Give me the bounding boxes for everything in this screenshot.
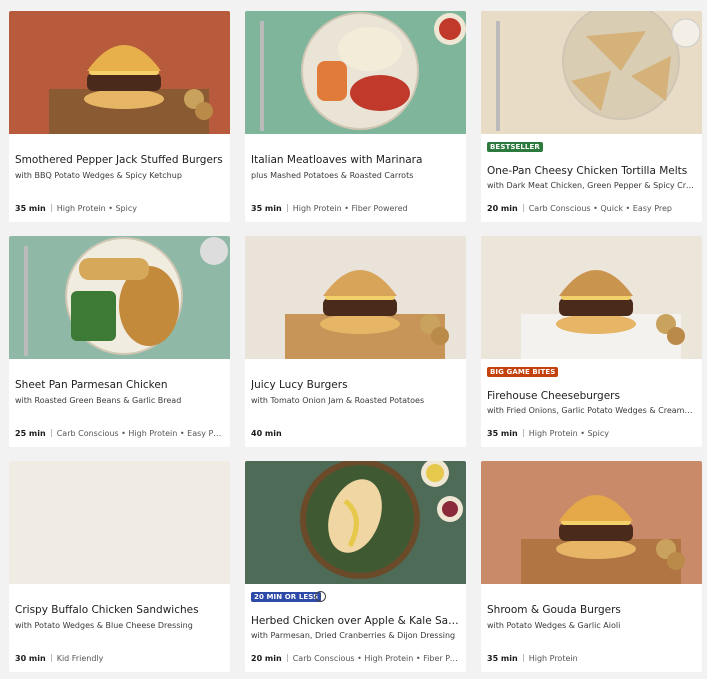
recipe-meta: 20 min Carb Conscious • High Protein • Fi… [251,654,460,664]
recipe-card-body: Juicy Lucy Burgers with Tomato Onion Jam … [251,359,460,447]
cook-time: 20 min [487,204,518,213]
recipe-subtitle: with Potato Wedges & Garlic Aioli [487,621,621,630]
recipe-card-body: Shroom & Gouda Burgers with Potato Wedges… [487,584,696,672]
meta-divider [286,204,288,212]
recipe-subtitle: with Fried Onions, Garlic Potato Wedges … [487,406,696,415]
meta-divider [522,654,524,662]
meta-divider [522,204,524,212]
recipe-card[interactable]: Italian Meatloaves with Marinara plus Mas… [245,11,466,222]
info-icon[interactable]: i [315,591,326,602]
recipe-subtitle: with Tomato Onion Jam & Roasted Potatoes [251,396,425,405]
firehouse-cheeseburger-photo[interactable] [481,236,702,359]
recipe-card[interactable]: Shroom & Gouda Burgers with Potato Wedges… [481,461,702,672]
recipe-meta: 35 min High Protein • Spicy [15,204,224,214]
recipe-tags: High Protein • Fiber Powered [292,204,408,213]
meta-divider [50,204,52,212]
cook-time: 35 min [15,204,46,213]
cook-time: 35 min [487,654,518,663]
recipe-card[interactable]: Smothered Pepper Jack Stuffed Burgers wit… [9,11,230,222]
meta-divider [50,429,52,437]
recipe-title[interactable]: Shroom & Gouda Burgers [487,604,696,617]
recipe-title[interactable]: Smothered Pepper Jack Stuffed Burgers [15,154,224,167]
recipe-subtitle: with Roasted Green Beans & Garlic Bread [15,396,182,405]
recipe-subtitle: with Parmesan, Dried Cranberries & Dijon… [251,631,456,640]
recipe-meta: 30 min Kid Friendly [15,654,224,664]
cook-time: 35 min [487,429,518,438]
recipe-card-body: BESTSELLER One-Pan Cheesy Chicken Tortill… [487,134,696,222]
juicy-lucy-burger-photo[interactable] [245,236,466,359]
recipe-meta: 25 min Carb Conscious • High Protein • Ea… [15,429,224,439]
chicken-kale-salad-photo[interactable] [245,461,466,584]
recipe-card-body: Crispy Buffalo Chicken Sandwiches with Po… [15,584,224,672]
recipe-tags: Carb Conscious • Quick • Easy Prep [528,204,673,213]
recipe-title[interactable]: Italian Meatloaves with Marinara [251,154,460,167]
recipe-title[interactable]: Herbed Chicken over Apple & Kale Salad [251,615,460,628]
recipe-meta: 35 min High Protein • Spicy [487,429,696,439]
recipe-card[interactable]: BESTSELLER One-Pan Cheesy Chicken Tortill… [481,11,702,222]
buffalo-chicken-sandwich-photo[interactable] [9,461,230,584]
recipe-meta: 35 min High Protein [487,654,696,664]
recipe-card-body: 20 MIN OR LESS i Herbed Chicken over Apple… [251,584,460,672]
tortilla-melts-plate-photo[interactable] [481,11,702,134]
meta-divider [50,654,52,662]
cook-time: 40 min [251,429,282,438]
recipe-tags: Carb Conscious • High Protein • Easy Pre… [56,429,224,438]
recipe-badge: 20 MIN OR LESS [251,592,322,602]
recipe-title[interactable]: Firehouse Cheeseburgers [487,390,696,403]
recipe-title[interactable]: One-Pan Cheesy Chicken Tortilla Melts [487,165,696,178]
meatloaf-plate-photo[interactable] [245,11,466,134]
recipe-card[interactable]: BIG GAME BITES Firehouse Cheeseburgers wit… [481,236,702,447]
recipe-subtitle: with Dark Meat Chicken, Green Pepper & S… [487,181,696,190]
recipe-badge: BESTSELLER [487,142,543,152]
recipe-tags: Kid Friendly [56,654,104,663]
recipe-card[interactable]: Crispy Buffalo Chicken Sandwiches with Po… [9,461,230,672]
recipe-meta: 35 min High Protein • Fiber Powered [251,204,460,214]
recipe-title[interactable]: Sheet Pan Parmesan Chicken [15,379,224,392]
cook-time: 25 min [15,429,46,438]
recipe-subtitle: plus Mashed Potatoes & Roasted Carrots [251,171,414,180]
meta-divider [522,429,524,437]
mushroom-gouda-burger-photo[interactable] [481,461,702,584]
recipe-card-body: BIG GAME BITES Firehouse Cheeseburgers wit… [487,359,696,447]
recipe-card-body: Smothered Pepper Jack Stuffed Burgers wit… [15,134,224,222]
recipe-badge: BIG GAME BITES [487,367,559,377]
parmesan-chicken-plate-photo[interactable] [9,236,230,359]
burger-with-potato-wedges-photo[interactable] [9,11,230,134]
recipe-tags: High Protein • Spicy [56,204,137,213]
recipe-title[interactable]: Juicy Lucy Burgers [251,379,460,392]
recipe-card-body: Sheet Pan Parmesan Chicken with Roasted G… [15,359,224,447]
recipe-grid: Smothered Pepper Jack Stuffed Burgers wit… [9,11,702,672]
recipe-subtitle: with Potato Wedges & Blue Cheese Dressin… [15,621,193,630]
recipe-meta: 40 min [251,429,460,439]
recipe-title[interactable]: Crispy Buffalo Chicken Sandwiches [15,604,224,617]
recipe-meta: 20 min Carb Conscious • Quick • Easy Prep [487,204,696,214]
recipe-tags: Carb Conscious • High Protein • Fiber Po… [292,654,460,663]
recipe-subtitle: with BBQ Potato Wedges & Spicy Ketchup [15,171,182,180]
cook-time: 35 min [251,204,282,213]
recipe-tags: High Protein [528,654,578,663]
recipe-tags: High Protein • Spicy [528,429,609,438]
meta-divider [286,654,288,662]
recipe-card[interactable]: Juicy Lucy Burgers with Tomato Onion Jam … [245,236,466,447]
cook-time: 30 min [15,654,46,663]
cook-time: 20 min [251,654,282,663]
recipe-card[interactable]: Sheet Pan Parmesan Chicken with Roasted G… [9,236,230,447]
recipe-card[interactable]: 20 MIN OR LESS i Herbed Chicken over Apple… [245,461,466,672]
recipe-card-body: Italian Meatloaves with Marinara plus Mas… [251,134,460,222]
